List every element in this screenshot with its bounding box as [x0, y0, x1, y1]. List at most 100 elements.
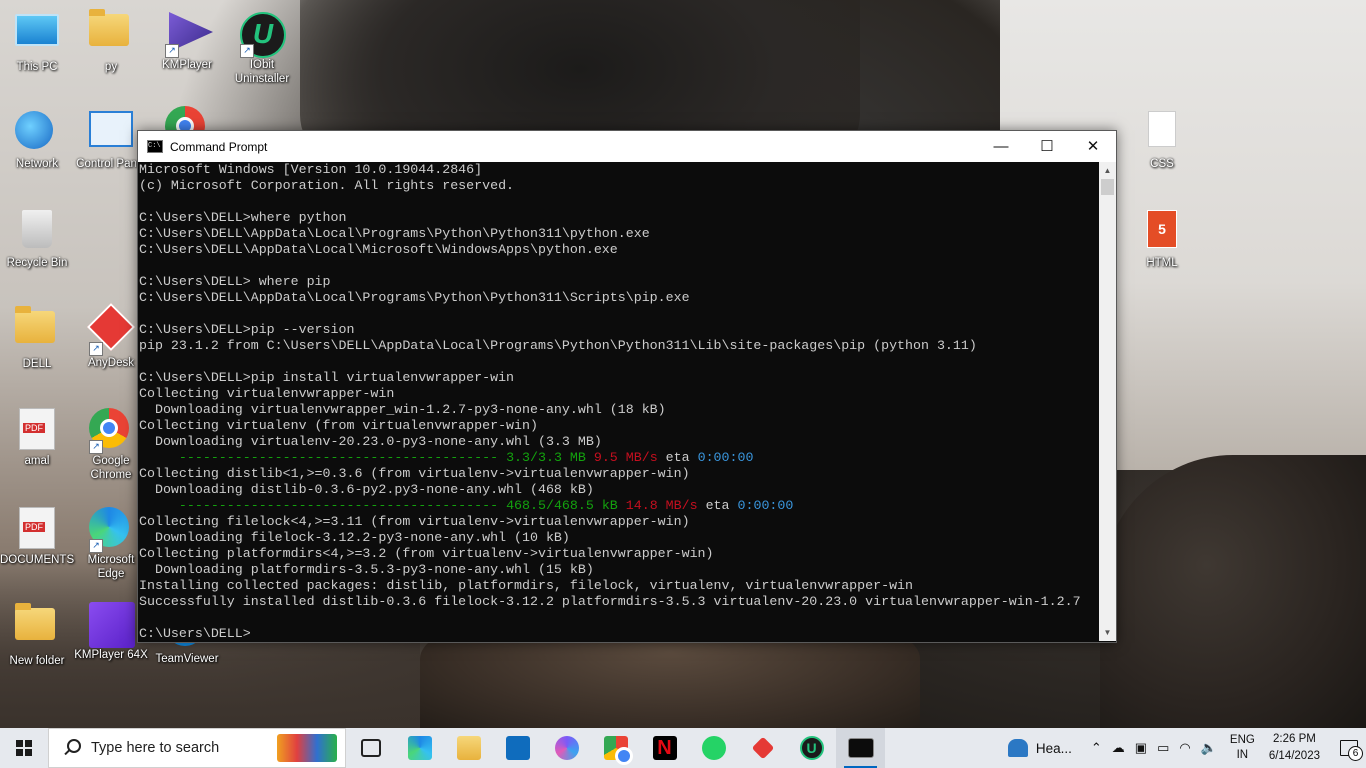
console-line: ----------------------------------------…	[139, 498, 1099, 514]
console-line: Collecting distlib<1,>=0.3.6 (from virtu…	[139, 466, 690, 481]
scrollbar-thumb[interactable]	[1101, 179, 1114, 195]
folder-icon	[15, 603, 55, 640]
taskbar-google-chrome[interactable]	[591, 728, 640, 768]
taskbar-mail[interactable]	[493, 728, 542, 768]
search-highlight-image	[277, 734, 337, 762]
search-icon	[63, 739, 81, 757]
console-line: Microsoft Windows [Version 10.0.19044.28…	[139, 162, 483, 177]
close-button[interactable]: ✕	[1070, 131, 1116, 162]
folder-icon	[89, 9, 129, 46]
recycle-bin-icon	[22, 210, 52, 248]
desktop-icon-label: CSS	[1150, 158, 1174, 170]
taskbar-file-explorer[interactable]	[444, 728, 493, 768]
search-placeholder: Type here to search	[91, 740, 220, 756]
minimize-button[interactable]: —	[978, 131, 1024, 162]
weather-widget[interactable]: Hea...	[1007, 739, 1072, 757]
taskbar-clock[interactable]: 2:26 PM 6/14/2023	[1269, 731, 1320, 765]
anydesk-icon	[751, 736, 774, 760]
desktop-icon-iobit-uninstaller[interactable]: U ↗ IObit Uninstaller	[225, 6, 299, 86]
wallpaper-shoulder	[1100, 455, 1366, 730]
progress-bar: ----------------------------------------	[139, 450, 507, 465]
wifi-icon[interactable]: ◠	[1179, 740, 1190, 756]
notification-center-button[interactable]: 6	[1332, 728, 1366, 768]
taskbar-command-prompt[interactable]	[836, 728, 885, 768]
desktop-icon-new-folder[interactable]: New folder	[0, 600, 74, 668]
console-line: Downloading virtualenv-20.23.0-py3-none-…	[139, 434, 602, 449]
clock-time: 2:26 PM	[1273, 733, 1316, 745]
scroll-down-arrow-icon[interactable]: ▼	[1099, 624, 1116, 641]
desktop-icon-documents[interactable]: DOCUMENTS	[0, 501, 74, 567]
taskbar-copilot[interactable]	[542, 728, 591, 768]
desktop-icon-label: This PC	[16, 61, 58, 73]
desktop-icon-py[interactable]: py	[74, 6, 148, 74]
desktop-icon-recycle-bin[interactable]: Recycle Bin	[0, 204, 74, 270]
progress-size: 3.3/3.3 MB	[506, 450, 586, 465]
console-line: C:\Users\DELL\AppData\Local\Microsoft\Wi…	[139, 242, 618, 257]
window-titlebar[interactable]: C:\ Command Prompt — ☐ ✕	[138, 131, 1116, 162]
battery-icon[interactable]: ▭	[1157, 740, 1169, 756]
console-text: Microsoft Windows [Version 10.0.19044.28…	[139, 162, 1099, 642]
console-output[interactable]: Microsoft Windows [Version 10.0.19044.28…	[139, 162, 1099, 642]
language-indicator[interactable]: ENG IN	[1230, 733, 1255, 763]
network-icon	[15, 111, 53, 149]
progress-speed: 14.8 MB/s	[625, 498, 698, 513]
desktop-icon-label: amal	[24, 455, 50, 467]
progress-eta-label: eta	[697, 498, 738, 513]
shortcut-arrow-icon: ↗	[89, 539, 103, 553]
maximize-button[interactable]: ☐	[1024, 131, 1070, 162]
desktop-icon-amal[interactable]: amal	[0, 402, 74, 468]
progress-eta-label: eta	[657, 450, 698, 465]
region-code: IN	[1236, 749, 1249, 761]
desktop-icon-label: KMPlayer	[162, 59, 212, 71]
desktop-icon-dell[interactable]: DELL	[0, 303, 74, 371]
onedrive-icon[interactable]: ☁	[1112, 740, 1125, 756]
chevron-up-icon[interactable]: ⌃	[1091, 740, 1102, 756]
taskbar-whatsapp[interactable]	[689, 728, 738, 768]
chrome-icon	[603, 736, 633, 765]
console-line: Collecting virtualenvwrapper-win	[139, 386, 395, 401]
volume-icon[interactable]: 🔈	[1201, 740, 1217, 756]
console-line: (c) Microsoft Corporation. All rights re…	[139, 178, 515, 193]
console-line: C:\Users\DELL> where pip	[139, 274, 331, 289]
taskbar-netflix[interactable]: N	[640, 728, 689, 768]
command-prompt-window[interactable]: C:\ Command Prompt — ☐ ✕ Microsoft Windo…	[137, 130, 1117, 643]
scroll-up-arrow-icon[interactable]: ▲	[1099, 162, 1116, 179]
console-line: Downloading platformdirs-3.5.3-py3-none-…	[139, 562, 594, 577]
console-line: Downloading distlib-0.3.6-py2.py3-none-a…	[139, 482, 594, 497]
css-file-icon	[1148, 111, 1176, 147]
shortcut-arrow-icon: ↗	[89, 440, 103, 454]
desktop-icon-html[interactable]: 5 HTML	[1125, 204, 1199, 270]
shortcut-arrow-icon: ↗	[240, 44, 254, 58]
kmplayer-64x-icon	[89, 602, 135, 648]
console-line: Downloading virtualenvwrapper_win-1.2.7-…	[139, 402, 666, 417]
desktop-icon-label: New folder	[9, 655, 65, 667]
taskbar-anydesk[interactable]	[738, 728, 787, 768]
terminal-icon	[847, 738, 874, 758]
copilot-icon	[554, 736, 579, 760]
taskbar-iobit[interactable]: U	[787, 728, 836, 768]
desktop-icon-this-pc[interactable]: This PC	[0, 6, 74, 74]
desktop-icon-kmplayer[interactable]: ↗ KMPlayer	[150, 6, 224, 72]
console-line: C:\Users\DELL>where python	[139, 210, 347, 225]
vertical-scrollbar[interactable]: ▲ ▼	[1099, 162, 1116, 641]
console-line: pip 23.1.2 from C:\Users\DELL\AppData\Lo…	[139, 338, 977, 353]
progress-size: 468.5/468.5 kB	[506, 498, 618, 513]
taskbar-task-view[interactable]	[346, 728, 395, 768]
desktop-icon-label: Recycle Bin	[6, 257, 68, 269]
user-folder-icon	[15, 306, 55, 343]
console-line: C:\Users\DELL\AppData\Local\Programs\Pyt…	[139, 290, 690, 305]
start-button[interactable]	[0, 728, 48, 768]
desktop-icon-network[interactable]: Network	[0, 105, 74, 171]
defender-icon[interactable]: ▣	[1135, 740, 1147, 756]
taskbar-microsoft-edge[interactable]	[395, 728, 444, 768]
netflix-icon: N	[652, 736, 677, 760]
clock-date: 6/14/2023	[1268, 750, 1320, 762]
desktop-icon-css[interactable]: CSS	[1125, 105, 1199, 171]
taskbar: Type here to search N U Hea... ⌃ ☁ ▣ ▭ ◠…	[0, 728, 1366, 768]
desktop-icon-label: Network	[15, 158, 59, 170]
taskbar-search-box[interactable]: Type here to search	[48, 728, 346, 768]
desktop-icon-label: DOCUMENTS	[0, 554, 75, 566]
console-line: C:\Users\DELL>pip install virtualenvwrap…	[139, 370, 515, 385]
